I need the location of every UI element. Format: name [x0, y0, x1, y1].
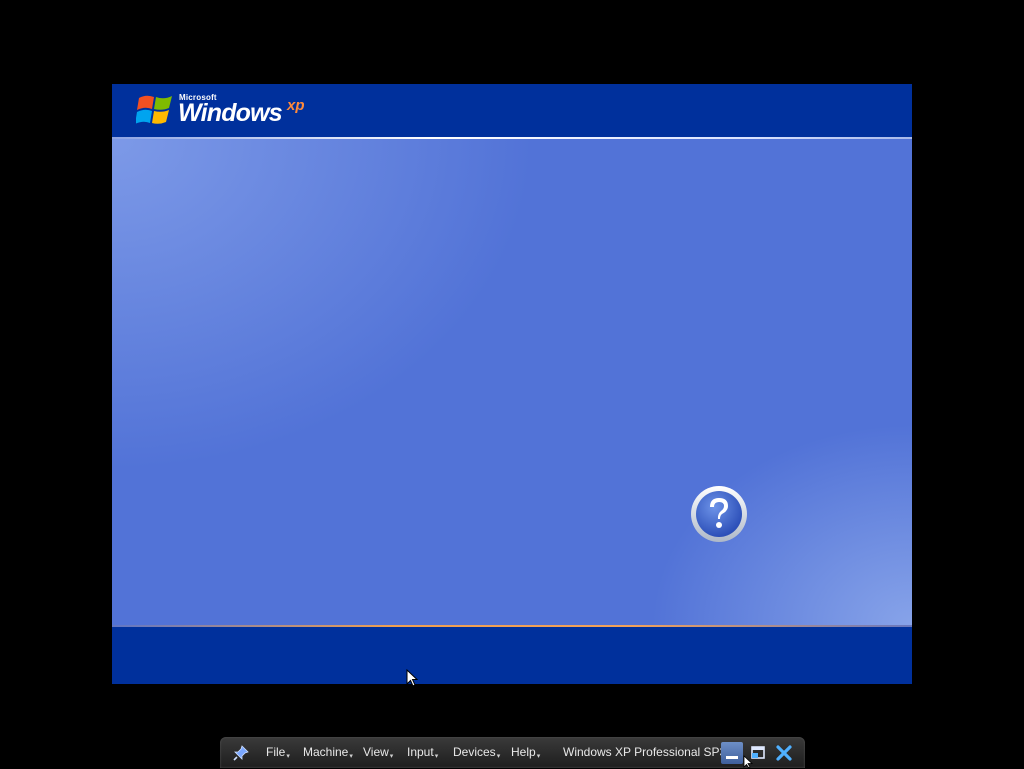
chevron-down-icon: ▾	[536, 753, 541, 760]
chevron-down-icon: ▾	[286, 753, 290, 760]
close-icon	[776, 745, 792, 761]
vm-name-label: Windows XP Professional SP3	[563, 745, 727, 759]
minimize-button[interactable]	[721, 742, 743, 764]
menu-devices[interactable]: Devices▾	[453, 745, 500, 761]
menu-view[interactable]: View▾	[363, 745, 393, 761]
vm-mini-toolbar: File▾ Machine▾ View▾ Input▾ Devices▾ Hel…	[220, 737, 805, 768]
xp-header-bar: Microsoft Windows xp	[112, 84, 912, 137]
vm-display[interactable]: Microsoft Windows xp	[112, 84, 912, 684]
chevron-down-icon: ▾	[496, 753, 501, 760]
chevron-down-icon: ▾	[389, 753, 394, 760]
chevron-down-icon: ▾	[349, 753, 353, 760]
close-button[interactable]	[773, 742, 795, 764]
pin-icon[interactable]	[232, 744, 250, 762]
menu-help[interactable]: Help▾	[511, 745, 540, 761]
logo-windows-text: Windows	[178, 99, 283, 127]
windows-flag-icon	[136, 95, 172, 124]
menu-file[interactable]: File▾	[266, 745, 290, 761]
logo-xp-text: xp	[287, 97, 305, 114]
windows-xp-logo: Microsoft Windows xp	[136, 90, 336, 134]
menu-machine[interactable]: Machine▾	[303, 745, 353, 761]
help-icon[interactable]	[689, 484, 749, 544]
screen: Microsoft Windows xp File▾ Machine▾ View…	[0, 0, 1024, 768]
mouse-cursor-icon	[406, 669, 418, 687]
chevron-down-icon: ▾	[434, 753, 439, 760]
minimize-icon	[726, 756, 738, 759]
menu-input[interactable]: Input▾	[407, 745, 438, 761]
xp-footer-bar	[112, 627, 912, 684]
xp-welcome-body	[112, 139, 912, 625]
mouse-cursor-icon	[743, 755, 753, 768]
